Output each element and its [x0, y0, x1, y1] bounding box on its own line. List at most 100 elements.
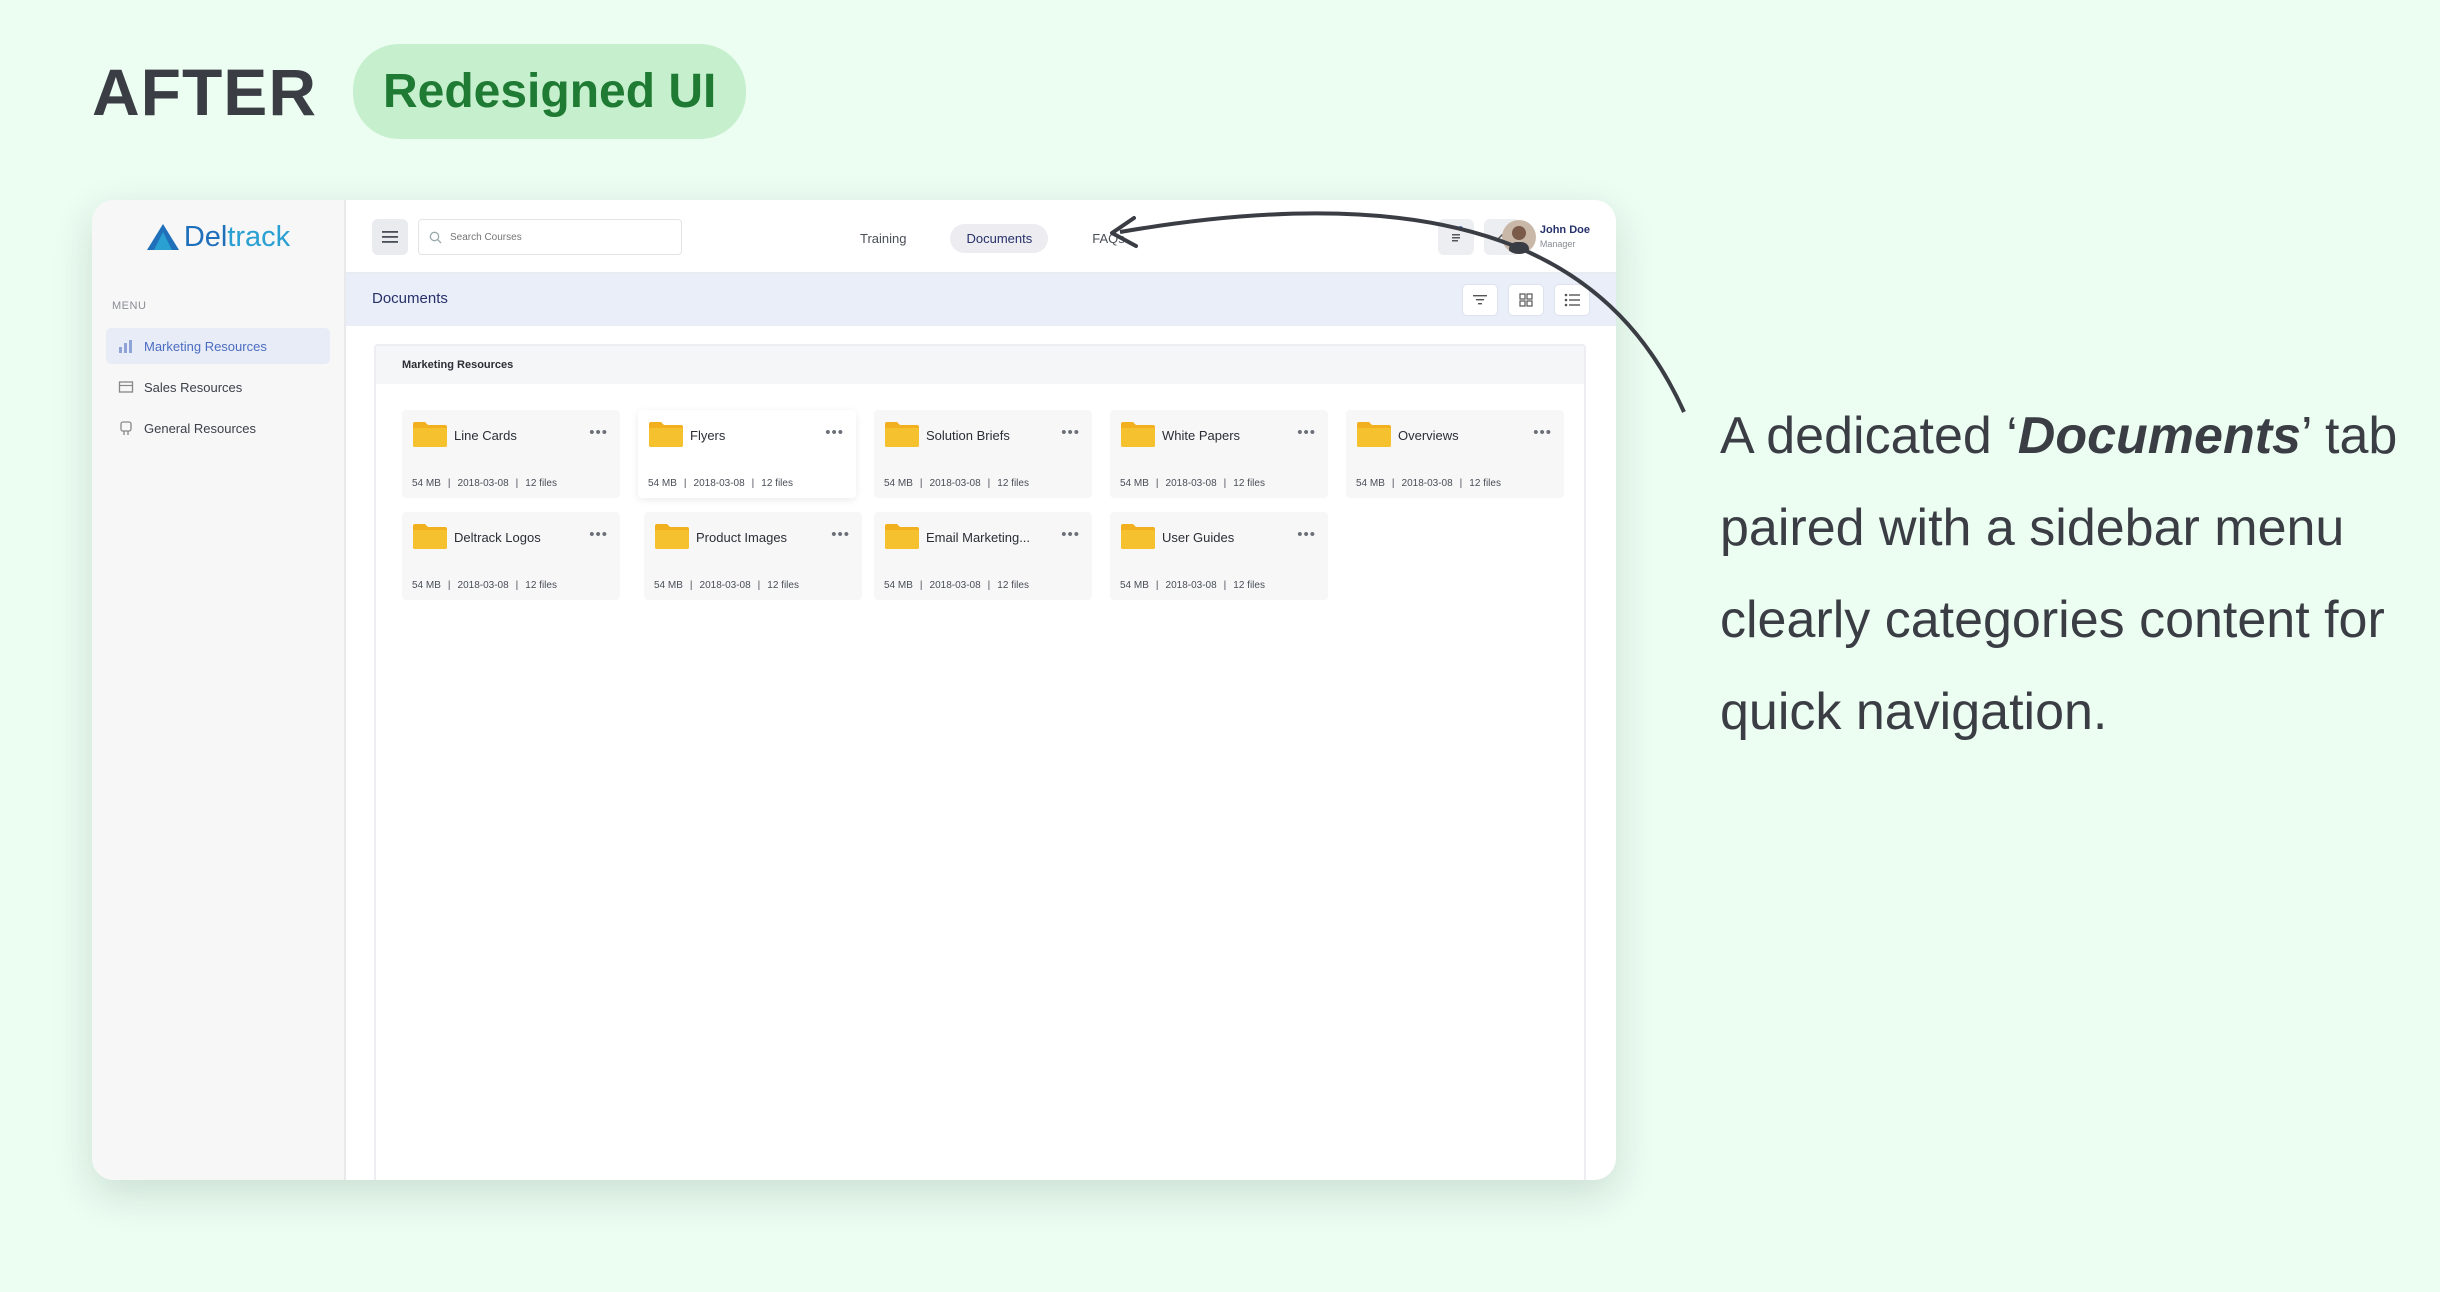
annotation-emphasis: Documents — [2017, 407, 2301, 465]
folder-size: 54 MB — [1356, 478, 1385, 489]
folder-name: Email Marketing... — [926, 530, 1031, 545]
chart-icon — [119, 340, 132, 353]
box-icon — [118, 381, 134, 393]
folder-files: 12 files — [1469, 478, 1501, 489]
folder-card[interactable]: Email Marketing... ••• 54 MB | 2018-03-08 | 12… — [874, 512, 1092, 600]
folder-date: 2018-03-08 — [699, 580, 751, 591]
search-box — [418, 219, 682, 255]
logo[interactable]: Deltrack — [92, 200, 344, 274]
folder-files: 12 files — [1233, 478, 1265, 489]
folder-meta: 54 MB | 2018-03-08 | 12 files — [412, 580, 557, 591]
folder-card[interactable]: Product Images ••• 54 MB | 2018-03-08 | 12 fil… — [644, 512, 862, 600]
folder-date: 2018-03-08 — [457, 580, 509, 591]
meta-separator: | — [515, 478, 519, 489]
more-options-icon[interactable]: ••• — [1533, 424, 1552, 441]
folder-size: 54 MB — [884, 580, 913, 591]
meta-separator: | — [1223, 580, 1227, 591]
logo-text-suffix: track — [227, 220, 291, 253]
user-avatar-icon — [1509, 226, 1529, 254]
list-view-button[interactable] — [1554, 284, 1590, 316]
search-icon — [429, 231, 442, 243]
sidebar-item-marketing-resources[interactable]: Marketing Resources — [106, 328, 330, 364]
filter-icon — [1473, 295, 1487, 305]
app-window: Deltrack MENU Marketing Resources Sales … — [92, 200, 1616, 1180]
meta-separator: | — [689, 580, 693, 591]
folder-icon — [1357, 422, 1391, 447]
folder-card[interactable]: Overviews ••• 54 MB | 2018-03-08 | 12 files — [1346, 410, 1564, 498]
folder-files: 12 files — [1233, 580, 1265, 591]
logo-text-prefix: Del — [183, 220, 228, 253]
documents-panel: Marketing Resources Line Cards ••• 54 MB | 2… — [374, 344, 1586, 1180]
sidebar-item-sales-resources[interactable]: Sales Resources — [106, 369, 330, 405]
view-controls — [1462, 284, 1590, 316]
folder-date: 2018-03-08 — [1165, 580, 1217, 591]
more-options-icon[interactable]: ••• — [1061, 526, 1080, 543]
folder-icon — [413, 422, 447, 447]
meta-separator: | — [919, 478, 923, 489]
folder-icon — [885, 422, 919, 447]
folder-card[interactable]: Line Cards ••• 54 MB | 2018-03-08 | 12 files — [402, 410, 620, 498]
more-options-icon[interactable]: ••• — [831, 526, 850, 543]
after-label: AFTER — [92, 54, 317, 129]
avatar[interactable] — [1502, 220, 1536, 254]
folder-name: White Papers — [1162, 428, 1241, 443]
folder-card[interactable]: Deltrack Logos ••• 54 MB | 2018-03-08 | 12 fil… — [402, 512, 620, 600]
folder-size: 54 MB — [654, 580, 683, 591]
folder-card[interactable]: White Papers ••• 54 MB | 2018-03-08 | 12 files — [1110, 410, 1328, 498]
headline: AFTER Redesigned UI — [92, 44, 747, 139]
folder-date: 2018-03-08 — [1165, 478, 1217, 489]
redesigned-pill: Redesigned UI — [352, 44, 747, 139]
search-input[interactable] — [450, 231, 650, 243]
notifications-button[interactable] — [1438, 219, 1474, 255]
folder-name: Flyers — [690, 428, 726, 443]
more-options-icon[interactable]: ••• — [825, 424, 844, 441]
more-options-icon[interactable]: ••• — [1061, 424, 1080, 441]
folder-meta: 54 MB | 2018-03-08 | 12 files — [884, 478, 1029, 489]
folder-meta: 54 MB | 2018-03-08 | 12 files — [648, 478, 793, 489]
main-nav: Training Documents FAQs — [844, 224, 1141, 253]
folder-size: 54 MB — [1120, 580, 1149, 591]
tab-faqs[interactable]: FAQs — [1076, 224, 1141, 253]
more-options-icon[interactable]: ••• — [1297, 424, 1316, 441]
more-options-icon[interactable]: ••• — [589, 424, 608, 441]
notification-dot — [1458, 226, 1463, 231]
folder-meta: 54 MB | 2018-03-08 | 12 files — [412, 478, 557, 489]
panel-title: Marketing Resources — [376, 346, 1584, 384]
user-info[interactable]: John Doe Manager — [1540, 224, 1590, 249]
folder-card[interactable]: User Guides ••• 54 MB | 2018-03-08 | 12 files — [1110, 512, 1328, 600]
folder-name: Product Images — [696, 530, 788, 545]
topbar: Training Documents FAQs John Doe Manager — [346, 200, 1616, 274]
page-title: Documents — [372, 290, 448, 307]
folder-icon — [649, 422, 683, 447]
folder-card[interactable]: Flyers ••• 54 MB | 2018-03-08 | 12 files — [638, 410, 856, 498]
folder-date: 2018-03-08 — [929, 478, 981, 489]
sidebar-item-general-resources[interactable]: General Resources — [106, 410, 330, 446]
folder-icon — [1121, 422, 1155, 447]
user-name: John Doe — [1539, 224, 1590, 236]
filter-button[interactable] — [1462, 284, 1498, 316]
hamburger-menu-button[interactable] — [372, 219, 408, 255]
folder-card[interactable]: Solution Briefs ••• 54 MB | 2018-03-08 | 12 fi… — [874, 410, 1092, 498]
deltrack-logo-icon — [146, 224, 179, 250]
folder-icon — [655, 524, 689, 549]
folder-size: 54 MB — [412, 478, 441, 489]
folder-files: 12 files — [525, 580, 557, 591]
hand-icon — [120, 421, 132, 435]
folder-name: Deltrack Logos — [454, 530, 541, 545]
more-options-icon[interactable]: ••• — [589, 526, 608, 543]
tab-training[interactable]: Training — [844, 224, 922, 253]
more-options-icon[interactable]: ••• — [1297, 526, 1316, 543]
meta-separator: | — [447, 478, 451, 489]
folder-size: 54 MB — [648, 478, 677, 489]
folder-files: 12 files — [525, 478, 557, 489]
folder-meta: 54 MB | 2018-03-08 | 12 files — [1356, 478, 1501, 489]
menu-label: MENU — [112, 300, 147, 312]
folder-files: 12 files — [997, 478, 1029, 489]
meta-separator: | — [987, 580, 991, 591]
tab-documents[interactable]: Documents — [950, 224, 1049, 253]
grid-view-button[interactable] — [1508, 284, 1544, 316]
meta-separator: | — [1155, 580, 1159, 591]
folder-name: Solution Briefs — [926, 428, 1010, 443]
sidebar-item-label: Marketing Resources — [144, 338, 267, 354]
sidebar: Deltrack MENU Marketing Resources Sales … — [92, 200, 346, 1180]
